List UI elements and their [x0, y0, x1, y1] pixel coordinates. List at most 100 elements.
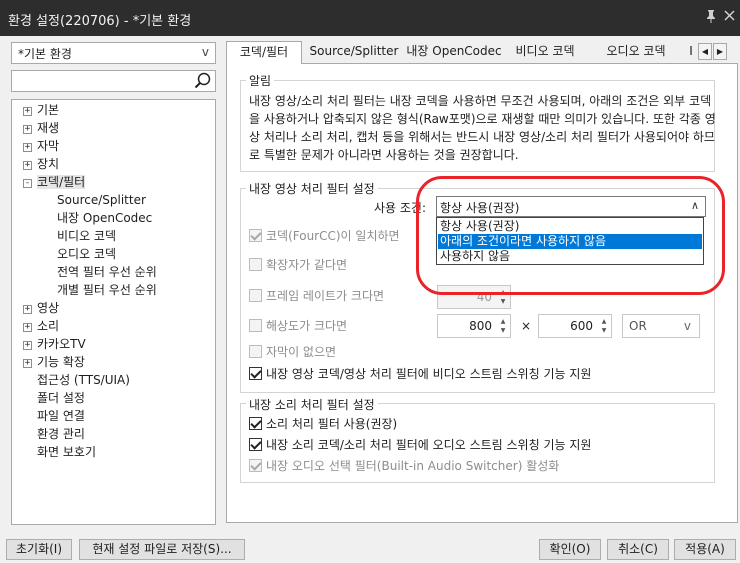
tree-item-label: 코덱/필터	[37, 175, 86, 189]
cancel-button[interactable]: 취소(C)	[607, 539, 669, 560]
expand-icon[interactable]: +	[23, 341, 32, 350]
video-stream-switch-checkbox[interactable]: 내장 영상 코덱/영상 처리 필터에 비디오 스트림 스위칭 기능 지원	[249, 366, 591, 382]
usage-option-conditional[interactable]: 아래의 조건이라면 사용하지 않음	[438, 234, 702, 249]
checkbox-box	[249, 289, 262, 302]
audio-stream-switch-label: 내장 소리 코덱/소리 처리 필터에 오디오 스트림 스위칭 기능 지원	[266, 438, 592, 452]
tab-audio-codec[interactable]: 오디오 코덱	[594, 41, 678, 63]
tab-truncated[interactable]: I	[686, 41, 696, 63]
tree-item[interactable]: 전역 필터 우선 순위	[57, 263, 157, 281]
tree-item[interactable]: + 재생	[23, 119, 59, 137]
extension-same-label: 확장자가 같다면	[266, 258, 348, 272]
tab-video-codec[interactable]: 비디오 코덱	[504, 41, 586, 63]
settings-tree[interactable]: + 기본 + 재생 + 자막 + 장치 - 코덱/필터 Source/Splitter 내장 Open…	[11, 99, 216, 525]
audio-switcher-label: 내장 오디오 선택 필터(Built-in Audio Switcher) 활성…	[266, 459, 560, 473]
tree-item-label: 소리	[37, 319, 60, 333]
resolution-checkbox[interactable]: 해상도가 크다면	[249, 318, 347, 334]
expand-icon[interactable]: +	[23, 125, 32, 134]
collapse-icon[interactable]: -	[23, 179, 32, 188]
usage-condition-select[interactable]: 항상 사용(권장) ∧	[436, 196, 706, 217]
audio-filter-use-label: 소리 처리 필터 사용(권장)	[266, 417, 398, 431]
tree-item[interactable]: 화면 보호기	[23, 443, 96, 461]
tree-item-label: 화면 보호기	[37, 445, 97, 459]
expand-icon[interactable]: +	[23, 107, 32, 116]
usage-option-always[interactable]: 항상 사용(권장)	[438, 219, 702, 234]
expand-icon[interactable]: +	[23, 161, 32, 170]
tree-item[interactable]: + 영상	[23, 299, 59, 317]
tab-codec-filter[interactable]: 코덱/필터	[226, 41, 302, 64]
tab-internal-opencodec[interactable]: 내장 OpenCodec	[406, 41, 502, 63]
expand-icon[interactable]: +	[23, 143, 32, 152]
tree-item[interactable]: 환경 관리	[23, 425, 85, 443]
notice-title: 알림	[246, 72, 275, 89]
tree-item[interactable]: 접근성 (TTS/UIA)	[23, 371, 130, 389]
spin-arrows-icon[interactable]: ▲ ▼	[498, 288, 508, 306]
tree-item[interactable]: + 자막	[23, 137, 59, 155]
tree-item-label: 폴더 설정	[37, 391, 85, 405]
close-icon[interactable]	[722, 9, 736, 27]
resolution-times-sign: ×	[521, 319, 532, 333]
tree-item[interactable]: + 카카오TV	[23, 335, 86, 353]
pin-icon[interactable]	[704, 9, 718, 27]
tree-item-label: 기능 확장	[37, 355, 85, 369]
expand-icon[interactable]: +	[23, 359, 32, 368]
usage-option-never[interactable]: 사용하지 않음	[438, 249, 702, 264]
framerate-checkbox[interactable]: 프레임 레이트가 크다면	[249, 288, 384, 304]
resolution-width-stepper[interactable]: 800 ▲ ▼	[437, 314, 511, 338]
tree-item-label: 카카오TV	[37, 337, 86, 351]
tree-item[interactable]: 내장 OpenCodec	[57, 209, 152, 227]
tree-item[interactable]: + 기본	[23, 101, 59, 119]
tree-item-label: 자막	[37, 139, 60, 153]
checkbox-box	[249, 438, 262, 451]
ok-button[interactable]: 확인(O)	[539, 539, 601, 560]
search-icon[interactable]	[193, 71, 213, 91]
tree-item[interactable]: 오디오 코덱	[57, 245, 116, 263]
tab-scroll-left-icon[interactable]: ◀	[698, 43, 712, 60]
tree-item[interactable]: + 소리	[23, 317, 59, 335]
tree-item[interactable]: + 장치	[23, 155, 59, 173]
usage-condition-value: 항상 사용(권장)	[440, 201, 520, 215]
usage-condition-options: 항상 사용(권장) 아래의 조건이라면 사용하지 않음 사용하지 않음	[436, 217, 704, 265]
no-subtitle-checkbox[interactable]: 자막이 없으면	[249, 344, 336, 360]
audio-filter-use-checkbox[interactable]: 소리 처리 필터 사용(권장)	[249, 416, 397, 432]
resolution-height-value: 600	[570, 319, 593, 333]
expand-icon[interactable]: +	[23, 323, 32, 332]
tree-item[interactable]: 개별 필터 우선 순위	[57, 281, 157, 299]
save-settings-file-button[interactable]: 현재 설정 파일로 저장(S)...	[79, 539, 245, 560]
resolution-logic-value: OR	[629, 319, 647, 333]
spin-arrows-icon[interactable]: ▲ ▼	[498, 317, 508, 335]
apply-button[interactable]: 적용(A)	[674, 539, 736, 560]
resolution-width-value: 800	[469, 319, 492, 333]
audio-switcher-checkbox[interactable]: 내장 오디오 선택 필터(Built-in Audio Switcher) 활성…	[249, 458, 559, 474]
tree-item[interactable]: + 기능 확장	[23, 353, 85, 371]
tab-scroll-right-icon[interactable]: ▶	[713, 43, 727, 60]
reset-button[interactable]: 초기화(I)	[6, 539, 72, 560]
title-bar: 환경 설정(220706) - *기본 환경	[0, 0, 740, 36]
framerate-label: 프레임 레이트가 크다면	[266, 289, 385, 303]
chevron-down-icon: v	[201, 45, 209, 59]
tree-item[interactable]: 파일 연결	[23, 407, 85, 425]
checkbox-box	[249, 367, 262, 380]
tree-item-label: Source/Splitter	[57, 193, 146, 207]
framerate-stepper[interactable]: 40 ▲ ▼	[437, 285, 511, 309]
resolution-height-stepper[interactable]: 600 ▲ ▼	[538, 314, 612, 338]
spin-arrows-icon[interactable]: ▲ ▼	[599, 317, 609, 335]
settings-search-input[interactable]	[11, 70, 216, 92]
video-stream-switch-label: 내장 영상 코덱/영상 처리 필터에 비디오 스트림 스위칭 기능 지원	[266, 367, 592, 381]
no-subtitle-label: 자막이 없으면	[266, 345, 337, 359]
tab-source-splitter[interactable]: Source/Splitter	[304, 41, 404, 63]
checkbox-box	[249, 459, 262, 472]
audio-stream-switch-checkbox[interactable]: 내장 소리 코덱/소리 처리 필터에 오디오 스트림 스위칭 기능 지원	[249, 437, 591, 453]
extension-same-checkbox[interactable]: 확장자가 같다면	[249, 257, 347, 273]
fourcc-match-checkbox[interactable]: 코덱(FourCC)이 일치하면	[249, 228, 400, 244]
tree-item[interactable]: 폴더 설정	[23, 389, 85, 407]
expand-icon[interactable]: +	[23, 305, 32, 314]
framerate-value: 40	[476, 290, 492, 304]
tree-item[interactable]: Source/Splitter	[57, 191, 146, 209]
tree-item-label: 개별 필터 우선 순위	[57, 283, 157, 297]
tree-item-label: 비디오 코덱	[57, 229, 117, 243]
tree-item[interactable]: 비디오 코덱	[57, 227, 116, 245]
resolution-logic-select[interactable]: OR v	[622, 314, 700, 338]
chevron-up-icon: ∧	[690, 199, 699, 212]
tree-item[interactable]: - 코덱/필터	[23, 173, 86, 191]
preset-dropdown[interactable]: *기본 환경 v	[11, 42, 216, 64]
